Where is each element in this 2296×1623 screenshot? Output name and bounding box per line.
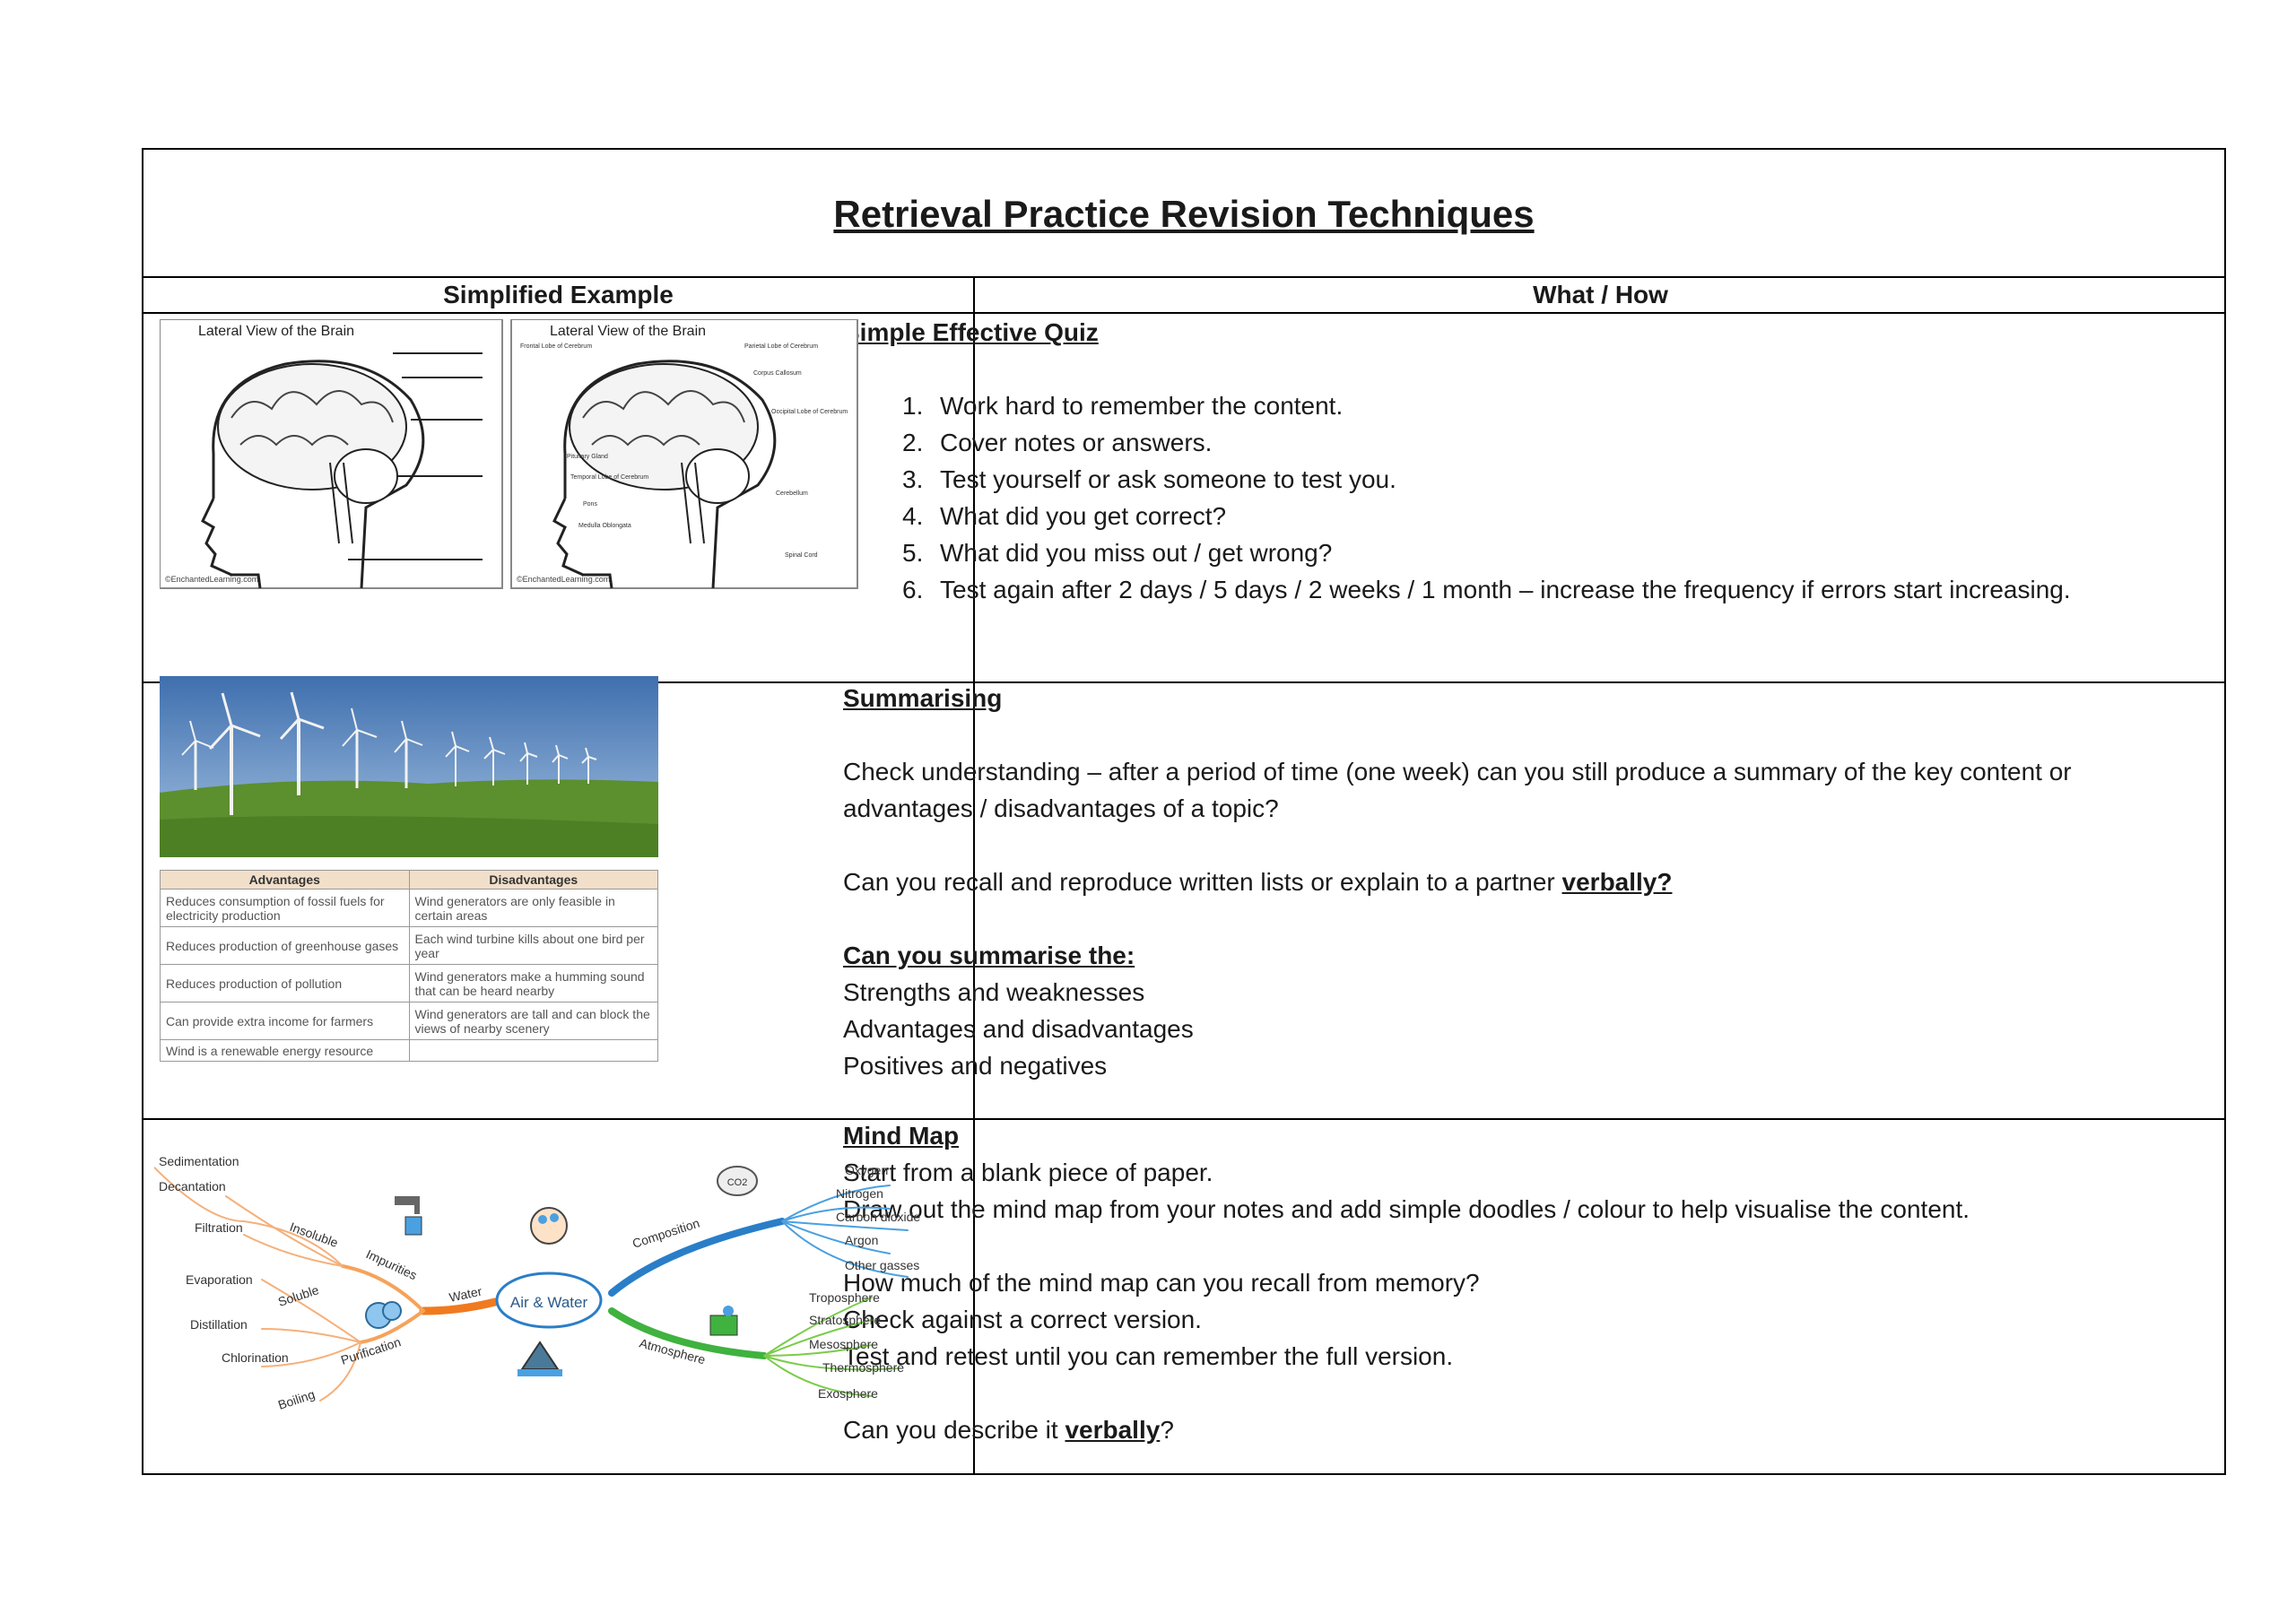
svg-text:Boiling: Boiling	[276, 1387, 317, 1412]
table-header: Advantages	[160, 870, 410, 890]
brain-diagram-blank: Lateral View of the Brain ©EnchantedLear…	[160, 319, 503, 589]
list-item: Advantages and disadvantages	[843, 1015, 1194, 1043]
advantages-table: Advantages Disadvantages Reduces consump…	[160, 870, 658, 1062]
svg-text:Exosphere: Exosphere	[818, 1386, 878, 1401]
brain-title-left: Lateral View of the Brain	[198, 324, 354, 339]
brain-title-right: Lateral View of the Brain	[550, 324, 706, 339]
table-header: Disadvantages	[408, 870, 658, 890]
table-row: Can provide extra income for farmers Win…	[160, 1002, 658, 1040]
svg-text:Stratosphere: Stratosphere	[809, 1313, 881, 1327]
summarising-recall-paragraph: Can you recall and reproduce written lis…	[843, 868, 1673, 896]
svg-text:CO2: CO2	[727, 1177, 748, 1188]
svg-text:Cerebellum: Cerebellum	[776, 490, 808, 497]
mind-map: Air & Water Water Insoluble Impurities S…	[154, 1154, 920, 1412]
svg-text:©EnchantedLearning.com: ©EnchantedLearning.com	[517, 575, 610, 584]
svg-text:Other gasses: Other gasses	[845, 1258, 919, 1272]
svg-text:Chlorination: Chlorination	[222, 1350, 289, 1365]
svg-text:Soluble: Soluble	[276, 1282, 321, 1309]
list-item: 2. Cover notes or answers.	[902, 429, 1213, 456]
svg-text:Mesosphere: Mesosphere	[809, 1337, 878, 1351]
svg-text:Occipital Lobe of Cerebrum: Occipital Lobe of Cerebrum	[771, 409, 848, 415]
svg-text:Temporal Lobe of Cerebrum: Temporal Lobe of Cerebrum	[570, 474, 648, 481]
quiz-steps-list: 1. Work hard to remember the content. 2. C…	[843, 387, 2072, 608]
mindmap-line: Start from a blank piece of paper.	[843, 1159, 1213, 1186]
list-item: 3. Test yourself or ask someone to test y…	[902, 465, 1396, 493]
svg-text:Oxygen: Oxygen	[845, 1163, 888, 1177]
summarising-paragraph: Check understanding – after a period of …	[843, 758, 2072, 822]
table-row: Wind is a renewable energy resource	[160, 1039, 658, 1062]
hands-water-icon	[530, 1207, 568, 1245]
water-drops-icon	[365, 1301, 402, 1329]
mindmap-line: How much of the mind map can you recall …	[843, 1269, 1480, 1297]
svg-text:Sedimentation: Sedimentation	[159, 1154, 239, 1168]
svg-text:Filtration: Filtration	[195, 1220, 243, 1235]
header-simplified-example: Simplified Example	[144, 278, 973, 314]
list-item: 5. What did you miss out / get wrong?	[902, 539, 1333, 567]
svg-text:Decantation: Decantation	[159, 1179, 226, 1193]
mindmap-line: Draw out the mind map from your notes an…	[843, 1195, 1970, 1223]
quiz-cell: Simple Effective Quiz 1. Work hard to rem…	[843, 314, 2072, 608]
svg-text:Spinal Cord: Spinal Cord	[785, 552, 818, 559]
mindmap-line: Test and retest until you can remember t…	[843, 1342, 1454, 1370]
quiz-heading: Simple Effective Quiz	[843, 318, 1099, 346]
svg-text:Parietal Lobe of Cerebrum: Parietal Lobe of Cerebrum	[744, 343, 818, 350]
list-item: 1. Work hard to remember the content.	[902, 392, 1344, 420]
svg-text:Nitrogen: Nitrogen	[836, 1186, 883, 1201]
list-item: Strengths and weaknesses	[843, 978, 1145, 1006]
brain-diagram-labelled: Lateral View of the Brain Frontal Lobe o…	[510, 319, 858, 589]
summarising-cell: Summarising Check understanding – after …	[843, 680, 2072, 1084]
svg-text:Evaporation: Evaporation	[186, 1272, 253, 1287]
svg-text:Medulla Oblongata: Medulla Oblongata	[578, 523, 631, 529]
svg-text:Pituitary Gland: Pituitary Gland	[567, 454, 608, 460]
mindmap-cell: Mind Map Start from a blank piece of pap…	[843, 1117, 2072, 1448]
title-row: Retrieval Practice Revision Techniques	[144, 150, 2224, 278]
list-item: 6. Test again after 2 days / 5 days / 2 w…	[902, 576, 2071, 603]
mindmap-center-label: Air & Water	[510, 1294, 588, 1311]
wind-turbine-photo	[160, 676, 658, 857]
list-item: 4. What did you get correct?	[902, 502, 1227, 530]
list-item: Positives and negatives	[843, 1052, 1108, 1080]
svg-text:Distillation: Distillation	[190, 1317, 248, 1332]
svg-text:Corpus Callosum: Corpus Callosum	[753, 370, 802, 377]
svg-text:Water: Water	[448, 1284, 483, 1305]
svg-text:Troposphere: Troposphere	[809, 1290, 880, 1305]
mindmap-heading: Mind Map	[843, 1122, 960, 1150]
table-row: Reduces production of greenhouse gases E…	[160, 926, 658, 965]
landscape-icon	[709, 1306, 738, 1336]
summarise-subheading: Can you summarise the:	[843, 942, 1135, 969]
svg-text:Insoluble: Insoluble	[288, 1219, 340, 1250]
mindmap-line: Check against a correct version.	[843, 1306, 1202, 1333]
svg-text:Carbon dioxide: Carbon dioxide	[836, 1210, 920, 1224]
svg-text:Thermosphere: Thermosphere	[822, 1360, 904, 1375]
page-title: Retrieval Practice Revision Techniques	[833, 193, 1535, 235]
mountain-icon	[517, 1341, 562, 1376]
tap-icon	[395, 1196, 422, 1236]
svg-text:Pons: Pons	[583, 501, 597, 508]
table-row: Reduces consumption of fossil fuels for …	[160, 889, 658, 927]
summarising-heading: Summarising	[843, 684, 1003, 712]
mindmap-verbal-line: Can you describe it verbally?	[843, 1416, 1174, 1444]
header-what-how: What / How	[975, 278, 2226, 314]
co2-cloud-icon: CO2	[717, 1166, 758, 1196]
brain-diagrams: Lateral View of the Brain ©EnchantedLear…	[160, 319, 858, 589]
svg-text:Frontal Lobe of Cerebrum: Frontal Lobe of Cerebrum	[520, 343, 592, 350]
svg-text:Argon: Argon	[845, 1233, 878, 1247]
table-row: Reduces production of pollution Wind gen…	[160, 964, 658, 1002]
brain-credit: ©EnchantedLearning.com	[165, 575, 258, 584]
